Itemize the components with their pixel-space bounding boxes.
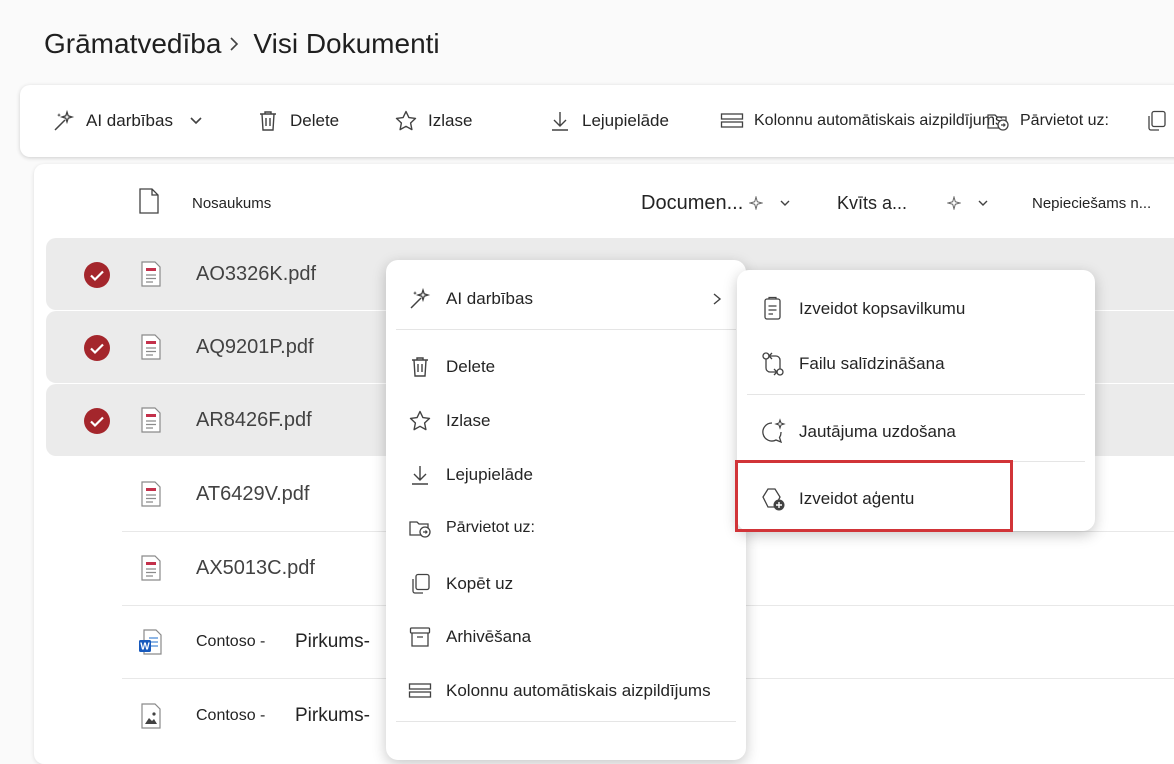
columns-icon bbox=[408, 679, 432, 703]
checkmark-icon[interactable] bbox=[84, 408, 110, 434]
column-header-required[interactable]: Nepieciešams n... bbox=[1032, 183, 1151, 223]
download-icon bbox=[408, 463, 432, 487]
word-icon: W bbox=[138, 628, 164, 656]
chevron-right-icon bbox=[710, 292, 724, 306]
folder-move-icon bbox=[986, 109, 1010, 133]
chevron-down-icon bbox=[977, 197, 989, 209]
menu-item-archive[interactable]: Arhivēšana bbox=[408, 617, 531, 657]
pdf-icon bbox=[138, 406, 164, 434]
file-name[interactable]: AR8426F.pdf bbox=[196, 384, 312, 456]
chevron-down-icon bbox=[779, 197, 791, 209]
command-bar: AI darbības Delete Izlase Lejupielāde Ko… bbox=[20, 85, 1174, 157]
download-button[interactable]: Lejupielāde bbox=[548, 85, 669, 157]
trash-icon bbox=[408, 355, 432, 379]
ai-actions-button[interactable]: AI darbības bbox=[52, 85, 203, 157]
menu-item-label: Jautājuma uzdošana bbox=[799, 422, 956, 441]
menu-item-favorites[interactable]: Izlase bbox=[408, 401, 490, 441]
favorites-label: Izlase bbox=[428, 111, 473, 130]
menu-item-move-to[interactable]: Pārvietot uz: bbox=[408, 508, 535, 548]
page-title: Visi Dokumenti bbox=[253, 28, 440, 59]
delete-label: Delete bbox=[290, 111, 340, 130]
download-label: Lejupielāde bbox=[582, 111, 669, 130]
file-type-icon bbox=[138, 188, 160, 214]
menu-item-download[interactable]: Lejupielāde bbox=[408, 455, 533, 495]
autofill-button[interactable]: Kolonnu automātiskais aizpildījums bbox=[720, 85, 1003, 157]
menu-item-label: Kolonnu automātiskais aizpildījums bbox=[446, 681, 711, 700]
column-header-document[interactable]: Documen... bbox=[641, 183, 791, 223]
file-name-suffix: Pirkums- bbox=[295, 705, 370, 726]
sparkle-icon bbox=[749, 196, 764, 210]
breadcrumb: Grāmatvedība Visi Dokumenti bbox=[44, 26, 440, 62]
menu-item-label: Failu salīdzināšana bbox=[799, 354, 945, 373]
checkmark-icon[interactable] bbox=[84, 262, 110, 288]
checkmark-icon[interactable] bbox=[84, 335, 110, 361]
sparkle-icon bbox=[52, 109, 76, 133]
menu-item-label: Pārvietot uz: bbox=[446, 519, 535, 536]
menu-divider bbox=[396, 329, 736, 330]
pdf-icon bbox=[138, 260, 164, 288]
chevron-down-icon bbox=[189, 114, 203, 128]
pdf-icon bbox=[138, 554, 164, 582]
favorites-button[interactable]: Izlase bbox=[394, 85, 472, 157]
menu-item-label: Lejupielāde bbox=[446, 465, 533, 484]
ai-actions-label: AI darbības bbox=[86, 111, 173, 130]
download-icon bbox=[548, 109, 572, 133]
copy-icon bbox=[1144, 109, 1168, 133]
menu-item-ai-actions[interactable]: AI darbības bbox=[408, 279, 724, 319]
delete-button[interactable]: Delete bbox=[256, 85, 339, 157]
menu-divider bbox=[396, 721, 736, 722]
summary-icon bbox=[759, 295, 787, 323]
move-to-label: Pārvietot uz: bbox=[1020, 112, 1109, 129]
autofill-label: Kolonnu automātiskais aizpildījums bbox=[754, 112, 1004, 129]
file-name[interactable]: AX5013C.pdf bbox=[196, 532, 315, 604]
copy-to-button[interactable] bbox=[1144, 85, 1174, 157]
star-icon bbox=[394, 109, 418, 133]
compare-icon bbox=[759, 350, 787, 378]
menu-item-autofill[interactable]: Kolonnu automātiskais aizpildījums bbox=[408, 671, 711, 711]
file-name[interactable]: AO3326K.pdf bbox=[196, 238, 316, 310]
image-file-icon bbox=[138, 702, 164, 730]
highlight-box bbox=[735, 460, 1013, 532]
menu-item-create-summary[interactable]: Izveidot kopsavilkumu bbox=[759, 289, 965, 329]
folder-move-icon bbox=[408, 516, 432, 540]
menu-item-label: Izlase bbox=[446, 411, 491, 430]
pdf-icon bbox=[138, 480, 164, 508]
pdf-icon bbox=[138, 333, 164, 361]
menu-item-ask-question[interactable]: Jautājuma uzdošana bbox=[759, 412, 956, 452]
menu-divider bbox=[747, 394, 1085, 395]
file-name[interactable]: AT6429V.pdf bbox=[196, 458, 309, 530]
chevron-right-icon bbox=[225, 35, 243, 53]
menu-item-label: Arhivēšana bbox=[446, 627, 532, 646]
menu-item-delete[interactable]: Delete bbox=[408, 347, 495, 387]
breadcrumb-parent[interactable]: Grāmatvedība bbox=[44, 28, 221, 60]
menu-item-label: AI darbības bbox=[446, 289, 533, 308]
trash-icon bbox=[256, 109, 280, 133]
sparkle-icon bbox=[947, 196, 962, 210]
column-header-document-label: Documen... bbox=[641, 191, 744, 214]
context-menu: AI darbības Delete Izlase Lejupielāde Pā… bbox=[386, 260, 746, 760]
svg-text:W: W bbox=[140, 642, 150, 653]
file-name[interactable]: Contoso - bbox=[196, 606, 265, 678]
column-header-receipt[interactable]: Kvīts a... bbox=[837, 183, 989, 223]
copy-icon bbox=[408, 572, 432, 596]
menu-item-label: Izveidot kopsavilkumu bbox=[799, 299, 966, 318]
menu-item-label: Delete bbox=[446, 357, 496, 376]
menu-item-compare-files[interactable]: Failu salīdzināšana bbox=[759, 344, 945, 384]
archive-icon bbox=[408, 625, 432, 649]
sparkle-icon bbox=[408, 287, 432, 311]
column-header-receipt-label: Kvīts a... bbox=[837, 192, 908, 213]
file-name[interactable]: AQ9201P.pdf bbox=[196, 311, 314, 383]
file-name-suffix: Pirkums- bbox=[295, 631, 370, 652]
column-header-name[interactable]: Nosaukums bbox=[192, 183, 271, 223]
file-name[interactable]: Contoso - bbox=[196, 680, 265, 752]
menu-item-label: Kopēt uz bbox=[446, 574, 514, 593]
menu-item-copy-to[interactable]: Kopēt uz bbox=[408, 564, 513, 604]
star-icon bbox=[408, 409, 432, 433]
chat-sparkle-icon bbox=[759, 418, 787, 446]
move-to-button[interactable]: Pārvietot uz: bbox=[986, 85, 1109, 157]
columns-icon bbox=[720, 109, 744, 133]
